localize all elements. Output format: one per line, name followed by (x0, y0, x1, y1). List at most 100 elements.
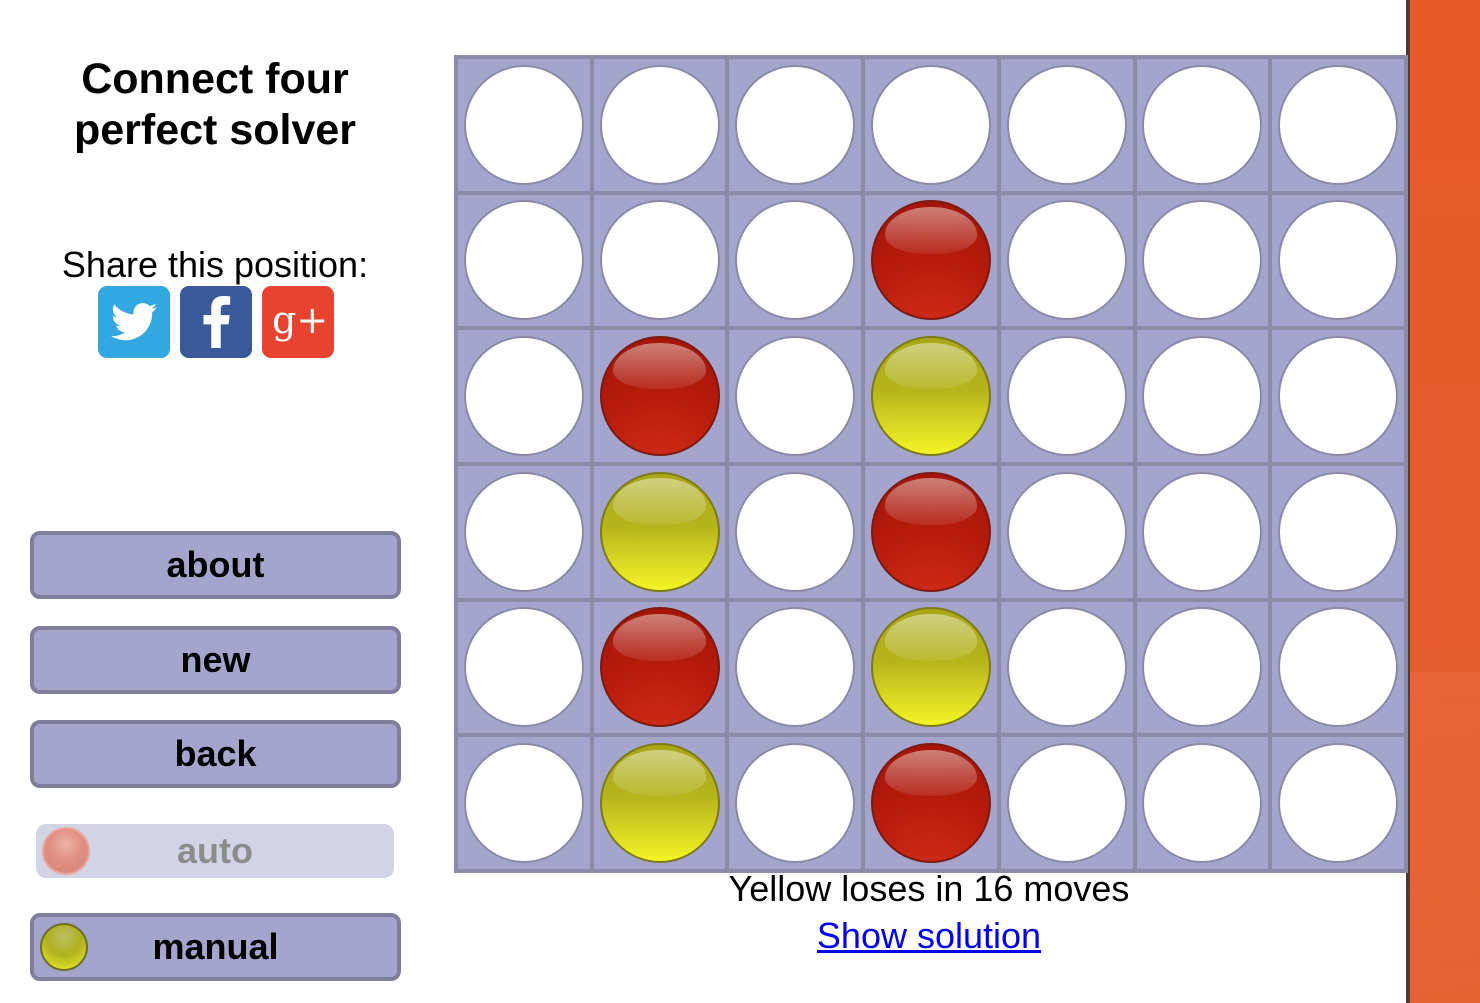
board-cell[interactable] (998, 735, 1135, 871)
empty-slot (1278, 471, 1399, 592)
empty-slot (463, 471, 584, 592)
red-disc (870, 200, 991, 321)
board-cell[interactable] (727, 57, 864, 193)
empty-slot (735, 200, 856, 321)
empty-slot (599, 64, 720, 185)
svg-text:g+: g+ (272, 299, 326, 342)
yellow-disc (599, 471, 720, 592)
empty-slot (1278, 743, 1399, 864)
empty-slot (1142, 64, 1263, 185)
empty-slot (735, 471, 856, 592)
title-line-2: perfect solver (73, 106, 357, 154)
board-cell[interactable] (1270, 735, 1406, 871)
empty-slot (1142, 743, 1263, 864)
board-cell[interactable] (998, 328, 1135, 464)
share-label: Share this position: (61, 244, 369, 285)
board-cell[interactable] (727, 464, 864, 600)
empty-slot (463, 743, 584, 864)
facebook-icon (203, 296, 231, 348)
board-cell[interactable] (727, 735, 864, 871)
empty-slot (1278, 336, 1399, 457)
board-cell[interactable] (1270, 464, 1406, 600)
red-disc (870, 743, 991, 864)
status-message: Yellow loses in 16 moves (728, 868, 1130, 909)
yellow-disc (870, 336, 991, 457)
board-cell[interactable] (456, 735, 592, 871)
board-cell[interactable] (591, 57, 728, 193)
twitter-share-button[interactable] (98, 286, 170, 358)
empty-slot (1006, 200, 1127, 321)
title-line-1: Connect four (81, 55, 349, 103)
show-solution-link[interactable]: Show solution (454, 915, 1404, 957)
board-cell[interactable] (727, 328, 864, 464)
about-button[interactable]: about (30, 531, 401, 599)
page-title: Connect four perfect solver (0, 54, 430, 156)
board-cell[interactable] (456, 464, 592, 600)
board-cell[interactable] (863, 464, 999, 600)
google-plus-share-button[interactable]: g+ (262, 286, 334, 358)
yellow-disc (599, 743, 720, 864)
empty-slot (463, 200, 584, 321)
board-cell[interactable] (998, 599, 1135, 736)
board-cell[interactable] (1134, 599, 1271, 736)
board-cell[interactable] (456, 57, 592, 193)
red-disc (599, 336, 720, 457)
empty-slot (1006, 64, 1127, 185)
empty-slot (1142, 471, 1263, 592)
board-cell[interactable] (1270, 328, 1406, 464)
empty-slot (1006, 336, 1127, 457)
new-game-button[interactable]: new (30, 626, 401, 694)
board-cell[interactable] (1134, 328, 1271, 464)
board-cell[interactable] (591, 192, 728, 329)
board-cell[interactable] (1134, 735, 1271, 871)
auto-toggle[interactable]: auto (36, 824, 394, 878)
board-cell[interactable] (1270, 599, 1406, 736)
facebook-share-button[interactable] (180, 286, 252, 358)
manual-toggle[interactable]: manual (30, 913, 401, 981)
board-cell[interactable] (998, 57, 1135, 193)
twitter-icon (111, 303, 157, 341)
board-cell[interactable] (727, 599, 864, 736)
empty-slot (735, 743, 856, 864)
empty-slot (1142, 336, 1263, 457)
empty-slot (1142, 200, 1263, 321)
board-cell[interactable] (863, 57, 999, 193)
empty-slot (463, 607, 584, 728)
board-cell[interactable] (591, 599, 728, 736)
board-cell[interactable] (456, 192, 592, 329)
board-cell[interactable] (456, 599, 592, 736)
empty-slot (735, 64, 856, 185)
board-cell[interactable] (998, 192, 1135, 329)
board-cell[interactable] (1134, 192, 1271, 329)
empty-slot (463, 64, 584, 185)
sidebar: Connect four perfect solver Share this p… (0, 0, 430, 1003)
board-cell[interactable] (591, 735, 728, 871)
board-cell[interactable] (1270, 192, 1406, 329)
board-cell[interactable] (1134, 57, 1271, 193)
board-cell[interactable] (727, 192, 864, 329)
board-cell[interactable] (863, 192, 999, 329)
empty-slot (1006, 743, 1127, 864)
board-cell[interactable] (863, 735, 999, 871)
board-cell[interactable] (1270, 57, 1406, 193)
empty-slot (735, 607, 856, 728)
board-cell[interactable] (998, 464, 1135, 600)
desktop-background-edge (1406, 0, 1480, 1003)
back-button[interactable]: back (30, 720, 401, 788)
red-disc-icon (42, 827, 90, 875)
yellow-disc-icon (40, 923, 88, 971)
empty-slot (599, 200, 720, 321)
manual-label: manual (152, 926, 279, 967)
empty-slot (735, 336, 856, 457)
board-cell[interactable] (591, 328, 728, 464)
red-disc (599, 607, 720, 728)
board-cell[interactable] (591, 464, 728, 600)
board-cell[interactable] (863, 599, 999, 736)
empty-slot (1006, 607, 1127, 728)
board-cell[interactable] (1134, 464, 1271, 600)
board-cell[interactable] (863, 328, 999, 464)
game-board (454, 55, 1408, 873)
empty-slot (1142, 607, 1263, 728)
board-cell[interactable] (456, 328, 592, 464)
share-buttons: g+ (98, 286, 334, 358)
